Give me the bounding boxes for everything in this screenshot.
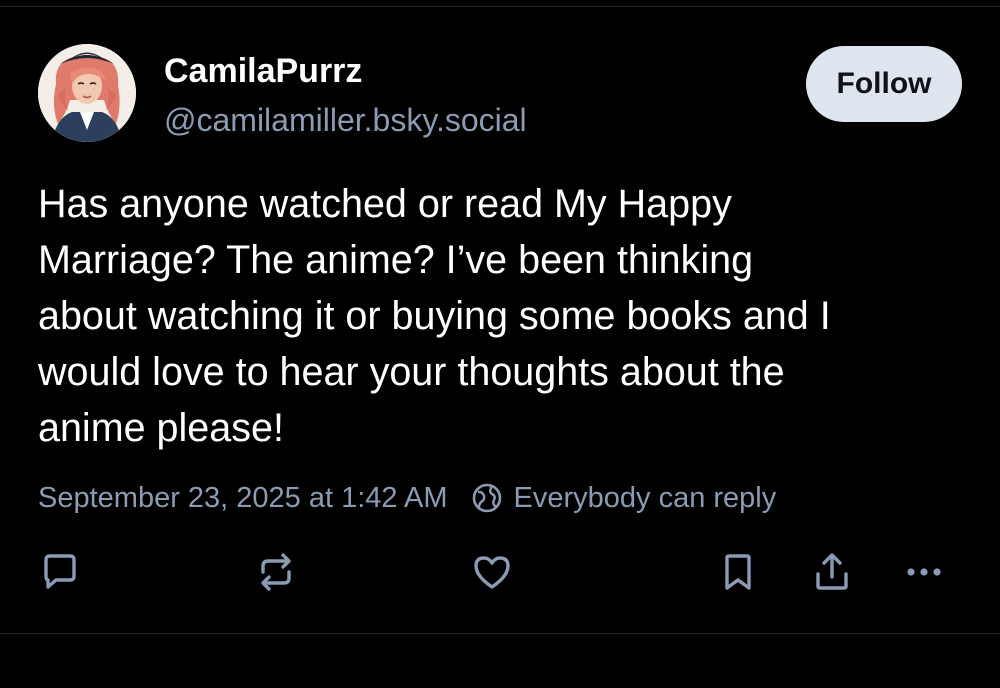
comment-icon: [38, 550, 82, 594]
more-icon: [902, 550, 946, 594]
avatar[interactable]: [38, 44, 136, 142]
reply-button[interactable]: [38, 550, 82, 594]
repost-button[interactable]: [254, 550, 298, 594]
share-icon: [810, 550, 854, 594]
bottom-divider: [0, 633, 1000, 634]
bookmark-icon: [716, 550, 760, 594]
heart-icon: [470, 550, 514, 594]
like-button[interactable]: [470, 550, 514, 594]
share-button[interactable]: [810, 550, 854, 594]
reply-setting[interactable]: Everybody can reply: [514, 482, 777, 515]
bookmark-button[interactable]: [716, 550, 760, 594]
top-divider: [0, 6, 1000, 7]
author-handle[interactable]: @camilamiller.bsky.social: [164, 102, 527, 139]
follow-button[interactable]: Follow: [806, 46, 962, 122]
post-timestamp[interactable]: September 23, 2025 at 1:42 AM: [38, 482, 448, 515]
post-text: Has anyone watched or read My Happy Marr…: [38, 182, 831, 450]
author-display-name[interactable]: CamilaPurrz: [164, 52, 362, 91]
more-options-button[interactable]: [902, 550, 946, 594]
repost-icon: [254, 550, 298, 594]
post-meta: September 23, 2025 at 1:42 AM Everybody …: [38, 478, 776, 518]
globe-icon: [470, 481, 504, 515]
